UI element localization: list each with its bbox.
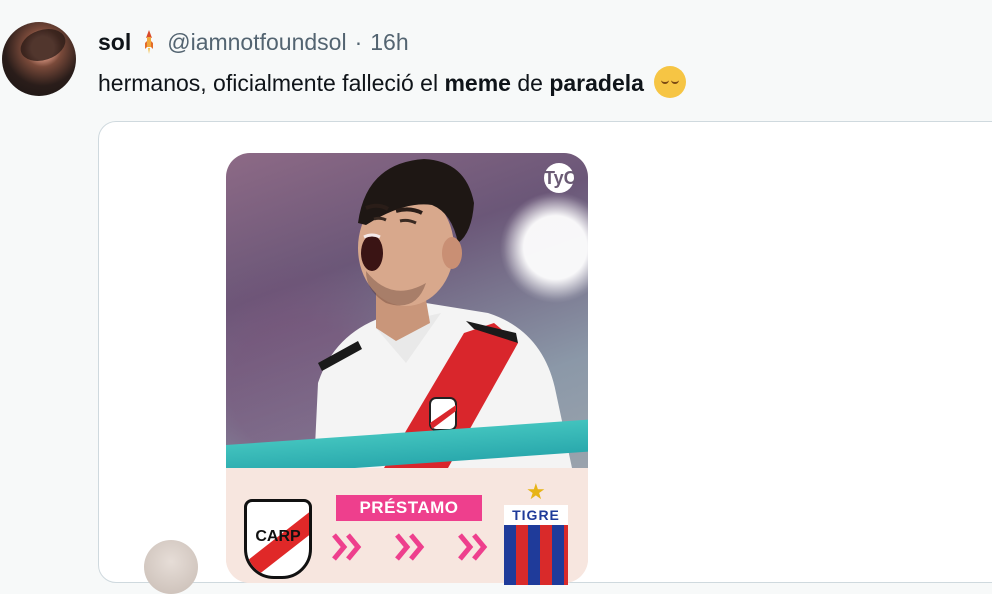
post-timestamp[interactable]: 16h <box>370 29 408 56</box>
crest-letters: CARP <box>255 528 301 545</box>
tweet-text-part: hermanos, oficialmente falleció el <box>98 70 445 96</box>
chevron-right-icon <box>395 533 425 561</box>
tweet-text: hermanos, oficialmente falleció el meme … <box>98 66 687 98</box>
quoted-author-avatar[interactable] <box>144 540 198 594</box>
tweet-text-bold: paradela <box>549 70 644 96</box>
chevron-right-icon <box>332 533 362 561</box>
display-name[interactable]: sol <box>98 29 131 56</box>
relieved-face-emoji-icon <box>654 66 687 98</box>
card-overlay: CARP PRÉSTAMO ★ TIGRE <box>226 153 588 585</box>
loan-tag: PRÉSTAMO <box>336 495 482 521</box>
tweet-text-bold: meme <box>444 70 511 96</box>
tigre-label: TIGRE <box>504 505 568 525</box>
author-avatar[interactable] <box>2 22 76 96</box>
river-plate-crest-icon: CARP <box>244 499 312 579</box>
tigre-crest-icon: TIGRE <box>504 505 568 585</box>
star-icon: ★ <box>526 479 546 504</box>
rocket-badge-icon <box>145 30 154 54</box>
transfer-arrows <box>332 527 488 567</box>
tweet-text-part: de <box>510 70 550 96</box>
tweet-header: sol @iamnotfoundsol · 16h <box>98 27 409 57</box>
user-handle[interactable]: @iamnotfoundsol <box>167 29 346 56</box>
chevron-right-icon <box>458 533 488 561</box>
separator-dot: · <box>354 28 363 55</box>
